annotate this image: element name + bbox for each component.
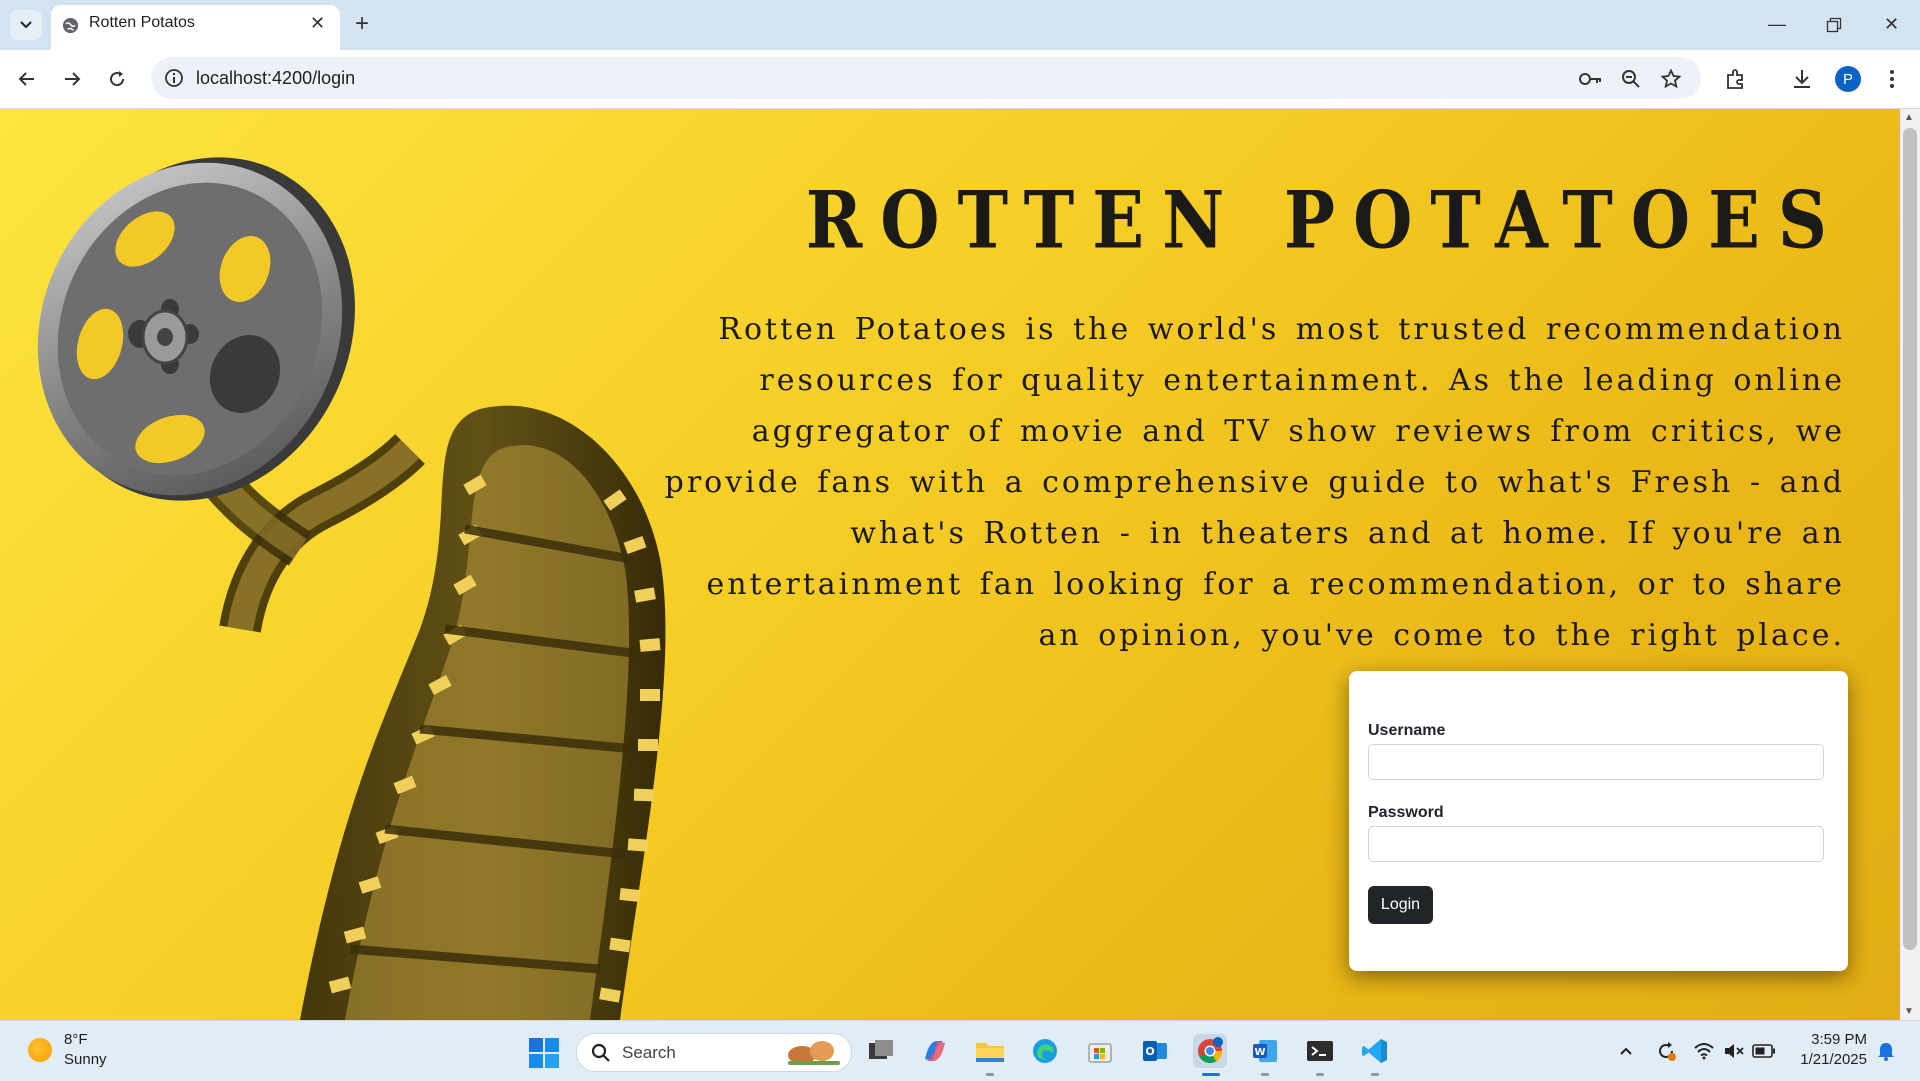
profile-avatar[interactable]: P [1835, 66, 1861, 92]
terminal-icon[interactable] [1303, 1034, 1337, 1068]
battery-icon[interactable] [1752, 1039, 1776, 1063]
taskbar-search[interactable]: Search [576, 1033, 852, 1072]
restore-icon[interactable] [1826, 17, 1842, 33]
taskbar: 8°F Sunny Search O W 3:59 PM 1/21/2025 [0, 1020, 1920, 1081]
search-highlight-icon [788, 1041, 840, 1065]
active-app-indicator [1202, 1073, 1220, 1076]
running-indicator [1261, 1073, 1269, 1076]
username-label: Username [1368, 722, 1446, 739]
username-input[interactable] [1368, 744, 1824, 780]
forward-icon[interactable] [57, 64, 87, 94]
site-info-icon[interactable] [164, 68, 184, 88]
browser-toolbar: localhost:4200/login P [0, 50, 1920, 109]
site-title: ROTTEN POTATOES [805, 175, 1845, 267]
edge-icon[interactable] [1028, 1034, 1062, 1068]
scrollbar-thumb[interactable] [1903, 128, 1917, 950]
url-text[interactable]: localhost:4200/login [196, 68, 355, 89]
search-placeholder: Search [622, 1043, 676, 1062]
word-icon[interactable]: W [1248, 1034, 1282, 1068]
windows-start-icon[interactable] [528, 1037, 560, 1069]
sync-icon[interactable] [1654, 1039, 1678, 1063]
more-menu-icon[interactable] [1878, 65, 1906, 93]
browser-tab-bar: Rotten Potatos ✕ + — ✕ [0, 0, 1920, 50]
password-key-icon[interactable] [1579, 67, 1603, 91]
running-indicator [1316, 1073, 1324, 1076]
chevron-down-icon [20, 21, 32, 29]
weather-condition[interactable]: Sunny [64, 1051, 107, 1068]
minimize-icon[interactable]: — [1768, 12, 1786, 36]
tab-search-button[interactable] [10, 10, 42, 40]
new-tab-icon[interactable]: + [355, 11, 369, 37]
tab-title: Rotten Potatos [89, 14, 195, 31]
svg-text:W: W [1254, 1047, 1265, 1058]
file-explorer-icon[interactable] [973, 1034, 1007, 1068]
task-view-icon[interactable] [864, 1034, 898, 1068]
reload-icon[interactable] [102, 64, 132, 94]
notification-bell-icon[interactable] [1874, 1039, 1898, 1063]
film-strip [194, 405, 666, 1020]
clock-time[interactable]: 3:59 PM [1795, 1031, 1867, 1048]
back-icon[interactable] [12, 64, 42, 94]
chevron-up-icon[interactable] [1614, 1039, 1638, 1063]
copilot-icon[interactable] [918, 1034, 952, 1068]
zoom-icon[interactable] [1619, 67, 1643, 91]
weather-temperature[interactable]: 8°F [64, 1031, 88, 1048]
running-indicator [986, 1073, 994, 1076]
login-page: ROTTEN POTATOES Rotten Potatoes is the w… [0, 109, 1900, 1020]
scroll-up-icon[interactable]: ▲ [1904, 112, 1914, 123]
wifi-icon[interactable] [1692, 1039, 1716, 1063]
tab-close-icon[interactable]: ✕ [310, 13, 325, 33]
chrome-icon[interactable] [1193, 1034, 1227, 1068]
close-window-icon[interactable]: ✕ [1884, 12, 1899, 36]
microsoft-store-icon[interactable] [1083, 1034, 1117, 1068]
film-reel-illustration [37, 157, 666, 1020]
globe-icon [62, 17, 79, 34]
weather-sun-icon[interactable] [28, 1038, 52, 1062]
clock-date[interactable]: 1/21/2025 [1780, 1051, 1867, 1068]
outlook-icon[interactable]: O [1138, 1034, 1172, 1068]
password-label: Password [1368, 804, 1444, 821]
vscode-icon[interactable] [1358, 1034, 1392, 1068]
search-icon [591, 1043, 610, 1062]
svg-text:O: O [1145, 1045, 1154, 1058]
volume-muted-icon[interactable] [1722, 1039, 1746, 1063]
extensions-icon[interactable] [1722, 65, 1750, 93]
login-form: Username Password Login [1349, 671, 1848, 971]
login-button[interactable]: Login [1368, 886, 1433, 924]
address-bar[interactable]: localhost:4200/login [151, 57, 1701, 99]
bookmark-star-icon[interactable] [1659, 67, 1683, 91]
scroll-down-icon[interactable]: ▼ [1904, 1006, 1914, 1017]
intro-paragraph: Rotten Potatoes is the world's most trus… [664, 312, 1845, 653]
password-input[interactable] [1368, 826, 1824, 862]
download-icon[interactable] [1788, 65, 1816, 93]
running-indicator [1371, 1073, 1379, 1076]
